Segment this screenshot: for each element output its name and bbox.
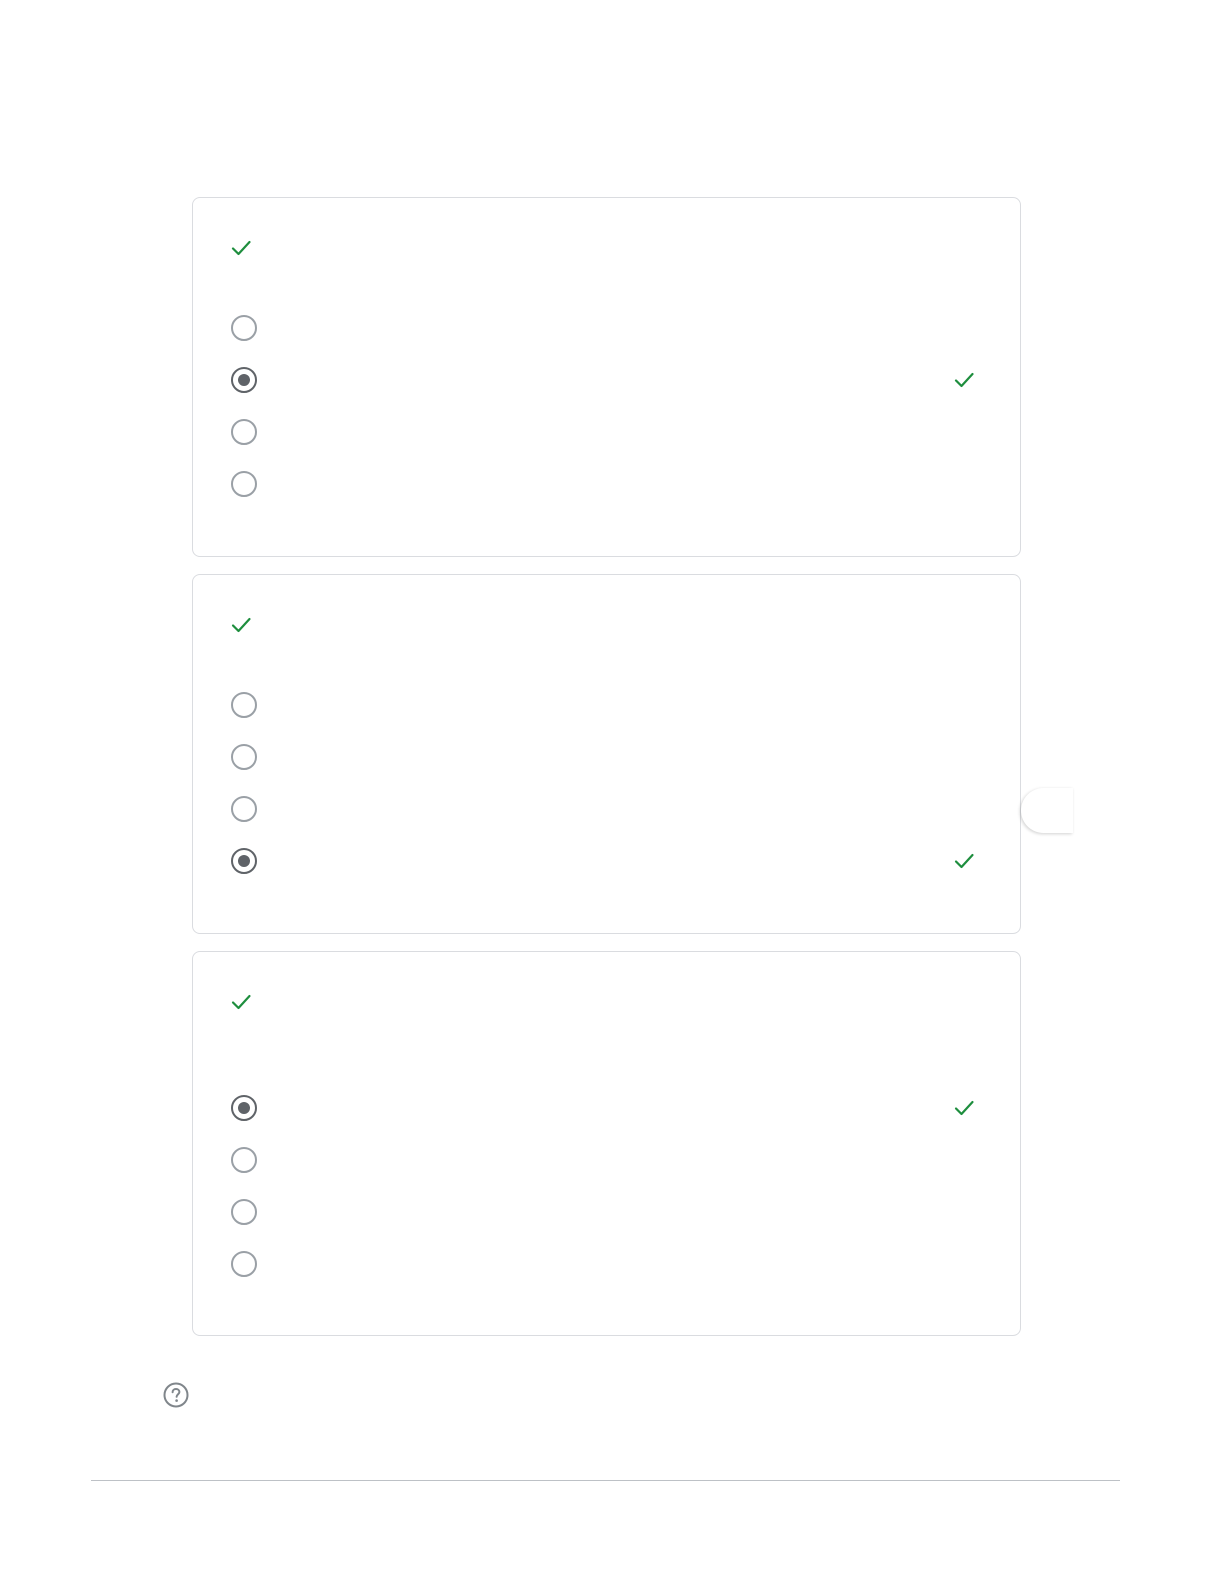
radio-button[interactable] [231, 692, 257, 718]
radio-button[interactable] [231, 471, 257, 497]
check-icon [231, 240, 251, 256]
radio-button-selected[interactable] [231, 367, 257, 393]
radio-button[interactable] [231, 1251, 257, 1277]
answer-option[interactable] [231, 1244, 991, 1284]
check-icon [231, 617, 251, 633]
answer-option[interactable] [231, 464, 991, 504]
answer-option[interactable] [231, 360, 991, 400]
radio-button-selected[interactable] [231, 848, 257, 874]
radio-button[interactable] [231, 1147, 257, 1173]
question-card [192, 574, 1021, 934]
answer-option[interactable] [231, 737, 991, 777]
answer-option[interactable] [231, 685, 991, 725]
answer-option[interactable] [231, 412, 991, 452]
radio-button[interactable] [231, 1199, 257, 1225]
check-icon [231, 994, 251, 1010]
check-icon [954, 1100, 974, 1116]
footer-divider [91, 1480, 1120, 1481]
check-icon [954, 853, 974, 869]
answer-option[interactable] [231, 841, 991, 881]
radio-button[interactable] [231, 419, 257, 445]
answer-option[interactable] [231, 1140, 991, 1180]
question-card [192, 951, 1021, 1336]
check-icon [954, 372, 974, 388]
radio-button[interactable] [231, 744, 257, 770]
help-circle-icon[interactable] [162, 1381, 190, 1409]
radio-button-selected[interactable] [231, 1095, 257, 1121]
answer-option[interactable] [231, 1088, 991, 1128]
radio-button[interactable] [231, 315, 257, 341]
side-panel-tab[interactable] [1021, 788, 1073, 833]
radio-button[interactable] [231, 796, 257, 822]
answer-option[interactable] [231, 1192, 991, 1232]
answer-option[interactable] [231, 789, 991, 829]
question-card [192, 197, 1021, 557]
answer-option[interactable] [231, 308, 991, 348]
